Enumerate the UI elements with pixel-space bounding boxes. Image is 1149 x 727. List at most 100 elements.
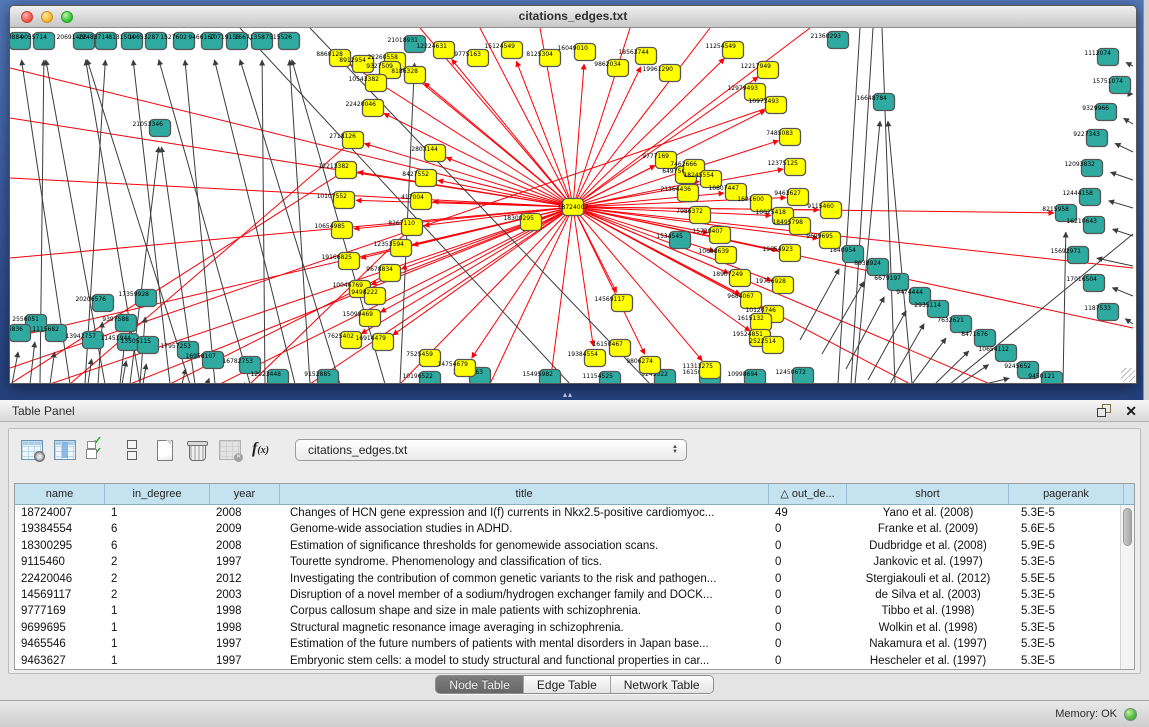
cell-name[interactable]: 18724007 bbox=[15, 505, 105, 521]
cell-short[interactable]: Nakamura et al. (1997) bbox=[847, 636, 1009, 652]
graph-edge[interactable] bbox=[207, 378, 209, 383]
cell-in_degree[interactable]: 2 bbox=[105, 554, 210, 570]
graph-edge[interactable] bbox=[40, 60, 44, 383]
cell-short[interactable]: Jankovic et al. (1997) bbox=[847, 554, 1009, 570]
cell-in_degree[interactable]: 6 bbox=[105, 538, 210, 554]
table-row[interactable]: 911546021997Tourette syndrome. Phenomeno… bbox=[15, 554, 1134, 570]
cell-year[interactable]: 2008 bbox=[210, 538, 280, 554]
column-header-title[interactable]: title bbox=[280, 484, 769, 504]
cell-name[interactable]: 9115460 bbox=[15, 554, 105, 570]
graph-edge[interactable] bbox=[143, 364, 146, 383]
graph-edge[interactable] bbox=[185, 60, 215, 383]
graph-edge[interactable] bbox=[1109, 201, 1133, 208]
cell-out_de[interactable]: 0 bbox=[769, 620, 847, 636]
cell-title[interactable]: Estimation of the future numbers of pati… bbox=[280, 636, 769, 652]
graph-edge[interactable] bbox=[822, 282, 864, 354]
cell-out_de[interactable]: 0 bbox=[769, 603, 847, 619]
scrollbar-thumb[interactable] bbox=[1123, 508, 1132, 546]
cell-in_degree[interactable]: 1 bbox=[105, 653, 210, 669]
cell-in_degree[interactable]: 1 bbox=[105, 603, 210, 619]
cell-name[interactable]: 22420046 bbox=[15, 571, 105, 587]
cell-short[interactable]: Tibbo et al. (1998) bbox=[847, 603, 1009, 619]
graph-edge[interactable] bbox=[868, 311, 906, 380]
graph-edge[interactable] bbox=[250, 227, 412, 383]
cell-out_de[interactable]: 0 bbox=[769, 554, 847, 570]
graph-edge[interactable] bbox=[1125, 319, 1133, 324]
column-header-out_de[interactable]: △ out_de... bbox=[769, 484, 847, 504]
cell-short[interactable]: de Silva et al. (2003) bbox=[847, 587, 1009, 603]
graph-edge[interactable] bbox=[290, 60, 310, 383]
graph-edge[interactable] bbox=[800, 269, 839, 340]
select-columns-icon[interactable] bbox=[54, 440, 76, 460]
graph-edge[interactable] bbox=[1112, 288, 1133, 296]
cell-name[interactable]: 14569117 bbox=[15, 587, 105, 603]
cell-pagerank[interactable]: 5.9E-5 bbox=[1009, 538, 1124, 554]
cell-year[interactable]: 2009 bbox=[210, 521, 280, 537]
graph-edge[interactable] bbox=[846, 297, 884, 369]
graph-edge[interactable] bbox=[888, 121, 912, 383]
cell-year[interactable]: 2012 bbox=[210, 571, 280, 587]
float-panel-icon[interactable] bbox=[1097, 404, 1111, 417]
graph-edge[interactable] bbox=[573, 64, 584, 207]
graph-edge[interactable] bbox=[452, 59, 573, 207]
graph-edge[interactable] bbox=[960, 365, 989, 383]
cell-out_de[interactable]: 0 bbox=[769, 521, 847, 537]
graph-edge[interactable] bbox=[401, 207, 573, 269]
delete-table-icon[interactable] bbox=[219, 440, 241, 460]
cell-title[interactable]: Estimation of significance thresholds fo… bbox=[280, 538, 769, 554]
cell-name[interactable]: 9777169 bbox=[15, 603, 105, 619]
window-resize-grip[interactable] bbox=[1121, 368, 1135, 382]
graph-edge[interactable] bbox=[446, 157, 573, 207]
cell-short[interactable]: Dudbridge et al. (2008) bbox=[847, 538, 1009, 554]
table-row[interactable]: 977716911998Corpus callosum shape and si… bbox=[15, 603, 1134, 619]
new-document-icon[interactable] bbox=[153, 440, 175, 460]
cell-title[interactable]: Corpus callosum shape and size in male p… bbox=[280, 603, 769, 619]
cell-pagerank[interactable]: 5.3E-5 bbox=[1009, 554, 1124, 570]
memory-indicator[interactable] bbox=[1124, 708, 1137, 721]
cell-name[interactable]: 19384554 bbox=[15, 521, 105, 537]
cell-in_degree[interactable]: 2 bbox=[105, 571, 210, 587]
cell-pagerank[interactable]: 5.3E-5 bbox=[1009, 603, 1124, 619]
table-row[interactable]: 1872400712008Changes of HCN gene express… bbox=[15, 505, 1134, 521]
graph-edge[interactable] bbox=[573, 67, 641, 207]
rows-icon[interactable] bbox=[120, 440, 142, 460]
graph-edge[interactable] bbox=[935, 351, 969, 383]
cell-year[interactable]: 2003 bbox=[210, 587, 280, 603]
cell-pagerank[interactable]: 5.3E-5 bbox=[1009, 636, 1124, 652]
cell-year[interactable]: 1998 bbox=[210, 603, 280, 619]
graph-edge[interactable] bbox=[1115, 143, 1133, 152]
cell-name[interactable]: 9699695 bbox=[15, 620, 105, 636]
cell-year[interactable]: 1997 bbox=[210, 653, 280, 669]
graph-edge[interactable] bbox=[985, 378, 1009, 383]
cell-name[interactable]: 18300295 bbox=[15, 538, 105, 554]
cell-pagerank[interactable]: 5.3E-5 bbox=[1009, 587, 1124, 603]
graph-edge[interactable] bbox=[490, 207, 573, 383]
row-check-icon[interactable] bbox=[87, 440, 109, 460]
cell-pagerank[interactable]: 5.6E-5 bbox=[1009, 521, 1124, 537]
cell-in_degree[interactable]: 1 bbox=[105, 505, 210, 521]
network-window[interactable]: citations_edges.txt 18724007183002952110… bbox=[9, 5, 1137, 384]
tab-edge-table[interactable]: Edge Table bbox=[523, 676, 610, 693]
column-header-in_degree[interactable]: in_degree bbox=[105, 484, 210, 504]
network-canvas[interactable]: 1872400718300295211088490557142069140622… bbox=[10, 28, 1136, 383]
cell-title[interactable]: Tourette syndrome. Phenomenology and cla… bbox=[280, 554, 769, 570]
cell-pagerank[interactable]: 5.3E-5 bbox=[1009, 505, 1124, 521]
cell-title[interactable]: Embryonic stem cells: a model to study s… bbox=[280, 653, 769, 669]
cell-out_de[interactable]: 0 bbox=[769, 653, 847, 669]
network-window-titlebar[interactable]: citations_edges.txt bbox=[10, 6, 1136, 28]
graph-edge[interactable] bbox=[1112, 229, 1133, 236]
cell-year[interactable]: 1997 bbox=[210, 554, 280, 570]
graph-edge[interactable] bbox=[30, 342, 35, 383]
cell-short[interactable]: Hescheler et al. (1997) bbox=[847, 653, 1009, 669]
cell-name[interactable]: 9465546 bbox=[15, 636, 105, 652]
graph-edge[interactable] bbox=[1110, 172, 1133, 180]
cell-short[interactable]: Wolkin et al. (1998) bbox=[847, 620, 1009, 636]
cell-out_de[interactable]: 0 bbox=[769, 538, 847, 554]
table-row[interactable]: 2242004622012Investigating the contribut… bbox=[15, 571, 1134, 587]
column-header-year[interactable]: year bbox=[210, 484, 280, 504]
cell-title[interactable]: Structural magnetic resonance image aver… bbox=[280, 620, 769, 636]
cell-pagerank[interactable]: 5.3E-5 bbox=[1009, 620, 1124, 636]
cell-in_degree[interactable]: 1 bbox=[105, 636, 210, 652]
graph-edge[interactable] bbox=[1126, 62, 1133, 66]
table-vertical-scrollbar[interactable] bbox=[1120, 505, 1134, 669]
